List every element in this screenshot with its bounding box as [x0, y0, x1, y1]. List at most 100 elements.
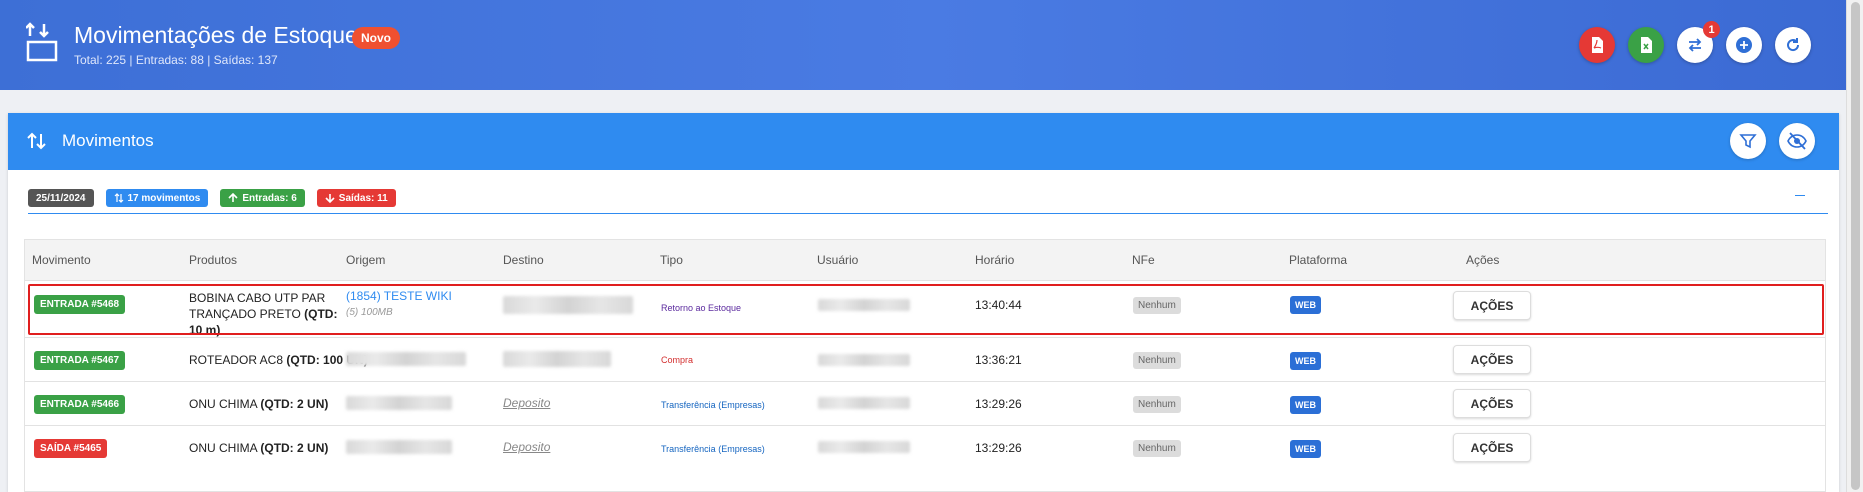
product-qty: (QTD: 2 UN): [260, 441, 329, 455]
origin-redacted: [346, 352, 466, 366]
actions-button[interactable]: AÇÕES: [1453, 345, 1531, 374]
destination-redacted: [503, 351, 611, 367]
product-name: ONU CHIMA: [189, 441, 258, 455]
column-header: Plataforma: [1289, 253, 1348, 267]
origin-detail: (5) 100MB: [346, 307, 393, 318]
type-label: Transferência (Empresas): [661, 444, 765, 454]
excel-icon: [1641, 37, 1652, 53]
time-label: 13:29:26: [975, 441, 1022, 455]
column-header: Destino: [503, 253, 544, 267]
table-row[interactable]: ENTRADA #5468 BOBINA CABO UTP PAR TRANÇA…: [25, 280, 1825, 337]
user-redacted: [818, 354, 910, 366]
table-row[interactable]: SAÍDA #5465 ONU CHIMA (QTD: 2 UN) Deposi…: [25, 425, 1825, 469]
origin-link[interactable]: (1854) TESTE WIKI: [346, 289, 452, 303]
page-header: Movimentações de Estoque Novo Total: 225…: [0, 0, 1863, 90]
collapse-toggle[interactable]: [1795, 195, 1805, 196]
saidas-label: Saídas: 11: [338, 192, 388, 204]
scrollbar-thumb[interactable]: [1851, 2, 1860, 490]
arrow-up-icon: [228, 193, 238, 202]
page-title: Movimentações de Estoque: [74, 22, 358, 48]
time-label: 13:29:26: [975, 397, 1022, 411]
refresh-button[interactable]: [1775, 27, 1811, 63]
actions-button[interactable]: AÇÕES: [1453, 433, 1531, 462]
nfe-badge: Nenhum: [1133, 352, 1181, 369]
destination-link[interactable]: Deposito: [503, 440, 550, 454]
movement-tag: ENTRADA #5468: [34, 295, 126, 314]
saidas-chip: Saídas: 11: [316, 189, 396, 207]
new-badge: Novo: [352, 27, 400, 49]
page-summary: Total: 225 | Entradas: 88 | Saídas: 137: [74, 53, 278, 67]
product-cell: ONU CHIMA (QTD: 2 UN): [189, 396, 328, 412]
origin-redacted: [346, 396, 452, 410]
origin-redacted: [346, 440, 452, 454]
sort-arrows-icon: [114, 193, 123, 203]
eye-off-icon: [1787, 132, 1807, 150]
filter-button[interactable]: [1730, 123, 1766, 159]
destination-redacted: [503, 296, 633, 314]
hide-columns-button[interactable]: [1779, 123, 1815, 159]
time-label: 13:40:44: [975, 298, 1022, 312]
column-header: NFe: [1132, 253, 1155, 267]
column-header: Horário: [975, 253, 1015, 267]
product-name: ROTEADOR AC8: [189, 353, 284, 367]
nfe-badge: Nenhum: [1133, 396, 1181, 413]
column-header: Tipo: [660, 253, 683, 267]
platform-badge: WEB: [1290, 440, 1321, 458]
card-title: Movimentos: [62, 131, 154, 150]
filter-icon: [1739, 134, 1757, 149]
user-redacted: [818, 299, 910, 311]
add-icon: [1736, 37, 1752, 53]
sort-arrows-icon: [27, 132, 46, 150]
type-label: Retorno ao Estoque: [661, 303, 742, 313]
product-qty: (QTD: 2 UN): [260, 397, 329, 411]
movement-tag: SAÍDA #5465: [34, 439, 108, 458]
movements-table: Movimento Produtos Origem Destino Tipo U…: [24, 239, 1826, 492]
product-name: ONU CHIMA: [189, 397, 258, 411]
platform-badge: WEB: [1290, 396, 1321, 414]
table-header: Movimento Produtos Origem Destino Tipo U…: [25, 240, 1825, 280]
summary-chips: 25/11/2024 17 movimentos Entradas: 6 Saí…: [28, 189, 396, 207]
time-label: 13:36:21: [975, 353, 1022, 367]
export-pdf-button[interactable]: [1579, 27, 1615, 63]
nfe-badge: Nenhum: [1133, 297, 1181, 314]
transfer-button[interactable]: 1: [1677, 21, 1720, 63]
column-header: Usuário: [817, 253, 859, 267]
table-row[interactable]: ENTRADA #5466 ONU CHIMA (QTD: 2 UN) Depo…: [25, 381, 1825, 425]
divider: [28, 213, 1828, 214]
transfer-icon: [1688, 38, 1702, 52]
platform-badge: WEB: [1290, 296, 1321, 314]
column-header: Produtos: [189, 253, 238, 267]
entradas-chip: Entradas: 6: [220, 189, 305, 207]
movements-count-label: 17 movimentos: [127, 192, 201, 204]
arrow-down-icon: [325, 194, 335, 203]
user-redacted: [818, 397, 910, 409]
column-header: Ações: [1466, 253, 1500, 267]
type-label: Transferência (Empresas): [661, 400, 765, 410]
entradas-label: Entradas: 6: [242, 192, 297, 204]
card-header: Movimentos: [8, 113, 1839, 170]
page-scrollbar[interactable]: [1846, 0, 1863, 492]
nfe-badge: Nenhum: [1133, 440, 1181, 457]
add-button[interactable]: [1726, 27, 1762, 63]
column-header: Origem: [346, 253, 386, 267]
table-row[interactable]: ENTRADA #5467 ROTEADOR AC8 (QTD: 100 UN)…: [25, 337, 1825, 381]
user-redacted: [818, 441, 910, 453]
pdf-icon: [1592, 37, 1603, 53]
type-label: Compra: [661, 355, 694, 365]
product-cell: ONU CHIMA (QTD: 2 UN): [189, 440, 328, 456]
destination-link[interactable]: Deposito: [503, 396, 550, 410]
movements-count-chip: 17 movimentos: [105, 189, 209, 207]
product-cell: BOBINA CABO UTP PAR TRANÇADO PRETO (QTD:…: [189, 290, 339, 338]
platform-badge: WEB: [1290, 352, 1321, 370]
stock-movement-icon: [26, 22, 58, 62]
export-excel-button[interactable]: [1628, 27, 1664, 63]
actions-button[interactable]: AÇÕES: [1453, 389, 1531, 418]
product-cell: ROTEADOR AC8 (QTD: 100 UN): [189, 352, 368, 368]
notification-count: 1: [1703, 21, 1720, 38]
actions-button[interactable]: AÇÕES: [1453, 291, 1531, 320]
movements-card: Movimentos 25/11/2024 17 movimentos Entr…: [8, 113, 1839, 492]
origin-cell: (1854) TESTE WIKI (5) 100MB: [346, 289, 452, 318]
column-header: Movimento: [32, 253, 91, 267]
refresh-icon: [1787, 38, 1800, 52]
movement-tag: ENTRADA #5467: [34, 351, 126, 370]
